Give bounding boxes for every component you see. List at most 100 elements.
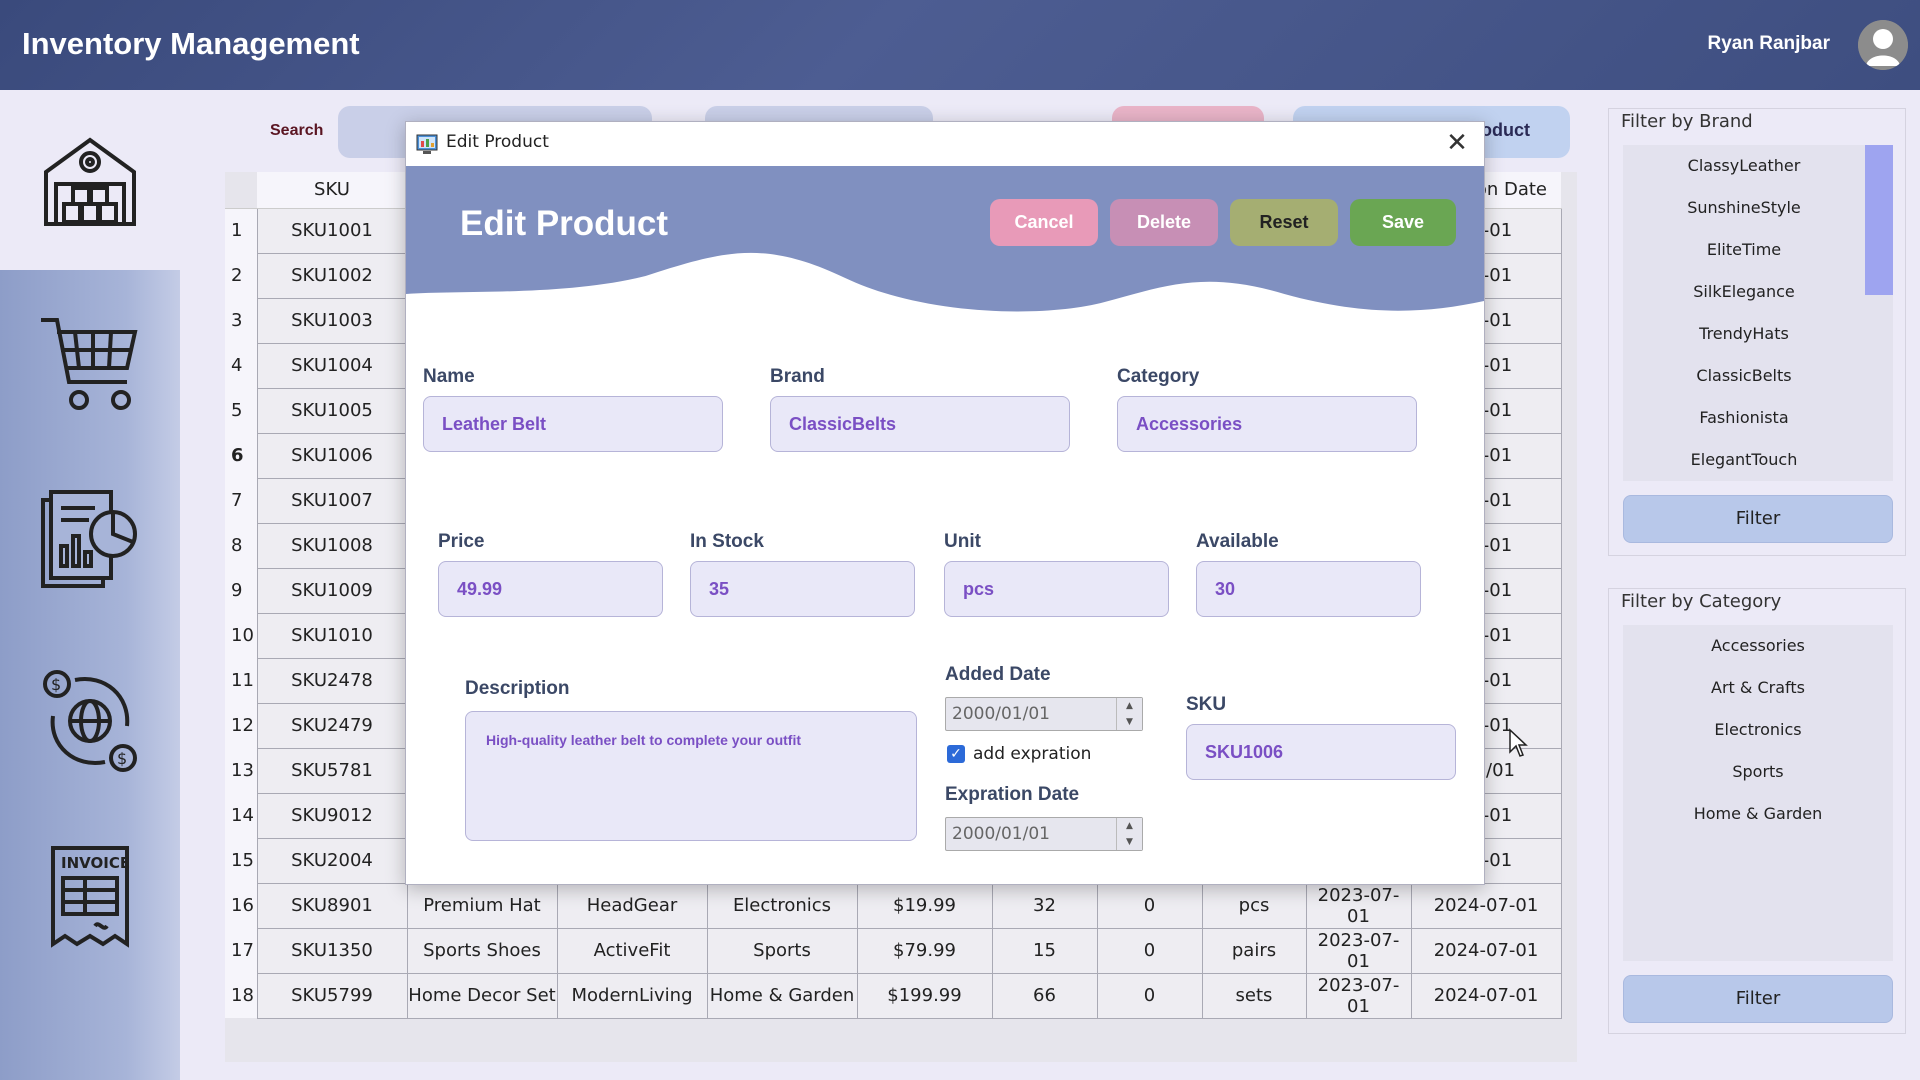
table-cell[interactable]: pairs [1201, 927, 1307, 974]
category-filter-item[interactable]: Sports [1623, 751, 1893, 793]
dialog-banner [406, 166, 1484, 312]
table-cell[interactable]: 0 [1096, 972, 1203, 1019]
cell-sku[interactable]: SKU1010 [256, 612, 408, 659]
category-filter-item[interactable]: Electronics [1623, 709, 1893, 751]
table-cell[interactable]: 15 [991, 927, 1098, 974]
table-cell[interactable]: pcs [1201, 882, 1307, 929]
table-cell[interactable]: 2024-07-01 [1410, 882, 1562, 929]
add-expiration-label[interactable]: add expration [973, 744, 1091, 764]
warehouse-icon[interactable] [40, 132, 140, 232]
description-field[interactable]: High-quality leather belt to complete yo… [465, 711, 917, 841]
cell-sku[interactable]: SKU1006 [256, 432, 408, 479]
table-cell[interactable]: Sports [706, 927, 858, 974]
table-cell[interactable]: 2023-07-01 [1305, 972, 1412, 1019]
table-cell[interactable]: ActiveFit [556, 927, 708, 974]
cell-sku[interactable]: SKU2004 [256, 837, 408, 884]
cell-sku[interactable]: SKU1009 [256, 567, 408, 614]
table-row[interactable]: 17 SKU1350 Sports Shoes ActiveFit Sports $79.… [225, 927, 1562, 974]
spin-up-icon[interactable]: ▲ [1117, 818, 1142, 834]
table-cell[interactable]: 2024-07-01 [1410, 972, 1562, 1019]
table-header-sku[interactable]: SKU [257, 172, 407, 209]
table-cell[interactable]: SKU1350 [256, 927, 408, 974]
added-date-spinner[interactable]: ▲ ▼ [1116, 698, 1142, 730]
brand-field[interactable]: ClassicBelts [770, 396, 1070, 452]
scrollbar-thumb[interactable] [1865, 145, 1893, 295]
table-cell[interactable]: $79.99 [856, 927, 993, 974]
add-expiration-checkbox[interactable]: ✓ [947, 745, 965, 763]
spin-down-icon[interactable]: ▼ [1117, 714, 1142, 730]
table-cell[interactable]: $199.99 [856, 972, 993, 1019]
table-row[interactable]: 18 SKU5799 Home Decor Set ModernLiving Home … [225, 972, 1562, 1019]
table-cell[interactable]: Home & Garden [706, 972, 858, 1019]
category-filter-item[interactable]: Home & Garden [1623, 793, 1893, 835]
table-cell[interactable]: 0 [1096, 882, 1203, 929]
table-row[interactable]: 16 SKU8901 Premium Hat HeadGear Electronics $… [225, 882, 1562, 929]
table-cell[interactable]: Sports Shoes [406, 927, 558, 974]
table-cell[interactable]: 0 [1096, 927, 1203, 974]
cancel-button[interactable]: Cancel [990, 199, 1098, 246]
name-field[interactable]: Leather Belt [423, 396, 723, 452]
spin-up-icon[interactable]: ▲ [1117, 698, 1142, 714]
table-cell[interactable]: 32 [991, 882, 1098, 929]
exchange-icon[interactable]: $ $ [35, 666, 145, 776]
cell-sku[interactable]: SKU1008 [256, 522, 408, 569]
table-cell[interactable]: 66 [991, 972, 1098, 1019]
table-cell[interactable]: ModernLiving [556, 972, 708, 1019]
table-cell[interactable]: 2023-07-01 [1305, 927, 1412, 974]
unit-field[interactable]: pcs [944, 561, 1169, 617]
cell-sku[interactable]: SKU1002 [256, 252, 408, 299]
brand-filter-item[interactable]: ElegantTouch [1623, 439, 1865, 481]
expiration-date-spinner[interactable]: ▲ ▼ [1116, 818, 1142, 850]
save-button[interactable]: Save [1350, 199, 1456, 246]
brand-filter-item[interactable]: TrendyHats [1623, 313, 1865, 355]
added-date-picker[interactable]: 2000/01/01 ▲ ▼ [945, 697, 1143, 731]
cell-sku[interactable]: SKU1003 [256, 297, 408, 344]
spin-down-icon[interactable]: ▼ [1117, 834, 1142, 850]
in-stock-field[interactable]: 35 [690, 561, 915, 617]
brand-filter-item[interactable]: SilkElegance [1623, 271, 1865, 313]
brand-filter-item[interactable]: SunshineStyle [1623, 187, 1865, 229]
category-filter-list[interactable]: Accessories Art & Crafts Electronics Sports… [1623, 625, 1893, 961]
close-icon[interactable]: ✕ [1442, 128, 1472, 158]
category-filter-item[interactable]: Art & Crafts [1623, 667, 1893, 709]
cell-sku[interactable]: SKU2478 [256, 657, 408, 704]
table-cell[interactable]: sets [1201, 972, 1307, 1019]
cell-sku[interactable]: SKU1001 [256, 207, 408, 254]
table-cell[interactable]: HeadGear [556, 882, 708, 929]
cell-sku[interactable]: SKU2479 [256, 702, 408, 749]
brand-filter-item[interactable]: EliteTime [1623, 229, 1865, 271]
category-filter-button[interactable]: Filter [1623, 975, 1893, 1023]
brand-filter-item[interactable]: ClassicBelts [1623, 355, 1865, 397]
user-avatar-icon[interactable] [1858, 20, 1908, 70]
report-icon[interactable] [35, 488, 145, 598]
expiration-date-picker[interactable]: 2000/01/01 ▲ ▼ [945, 817, 1143, 851]
table-cell[interactable]: Premium Hat [406, 882, 558, 929]
price-field[interactable]: 49.99 [438, 561, 663, 617]
cell-sku[interactable]: SKU1005 [256, 387, 408, 434]
cell-sku[interactable]: SKU1007 [256, 477, 408, 524]
cell-sku[interactable]: SKU5781 [256, 747, 408, 794]
table-cell[interactable]: $19.99 [856, 882, 993, 929]
delete-button[interactable]: Delete [1110, 199, 1218, 246]
brand-filter-item[interactable]: Fashionista [1623, 397, 1865, 439]
user-name[interactable]: Ryan Ranjbar [1708, 33, 1830, 55]
brand-filter-item[interactable]: ClassyLeather [1623, 145, 1865, 187]
cell-sku[interactable]: SKU9012 [256, 792, 408, 839]
table-cell[interactable]: SKU5799 [256, 972, 408, 1019]
table-cell[interactable]: Home Decor Set [406, 972, 558, 1019]
table-cell[interactable]: 2023-07-01 [1305, 882, 1412, 929]
category-filter-item[interactable]: Accessories [1623, 625, 1893, 667]
table-cell[interactable]: SKU8901 [256, 882, 408, 929]
brand-list-scrollbar[interactable] [1865, 145, 1893, 481]
invoice-icon[interactable]: INVOICE [35, 844, 145, 954]
available-field[interactable]: 30 [1196, 561, 1421, 617]
sku-field[interactable]: SKU1006 [1186, 724, 1456, 780]
cell-sku[interactable]: SKU1004 [256, 342, 408, 389]
table-cell[interactable]: Electronics [706, 882, 858, 929]
reset-button[interactable]: Reset [1230, 199, 1338, 246]
brand-filter-list[interactable]: ClassyLeather SunshineStyle EliteTime SilkE… [1623, 145, 1893, 481]
table-cell[interactable]: 2024-07-01 [1410, 927, 1562, 974]
brand-filter-button[interactable]: Filter [1623, 495, 1893, 543]
category-field[interactable]: Accessories [1117, 396, 1417, 452]
cart-icon[interactable] [35, 310, 145, 420]
